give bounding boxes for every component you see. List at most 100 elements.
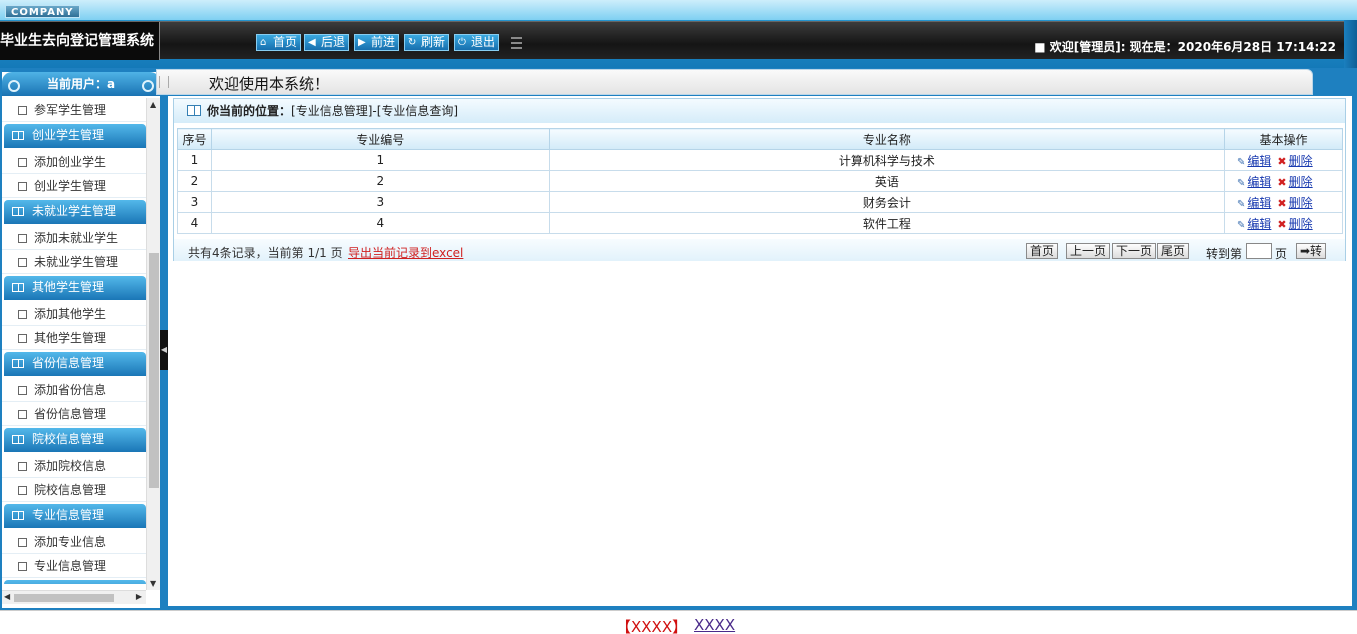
arrow-right-icon: ▶ — [358, 37, 366, 48]
scrollbar-thumb[interactable] — [149, 253, 159, 488]
home-icon: ⌂ — [260, 37, 267, 48]
next-page-button[interactable]: 下一页 — [1112, 243, 1157, 259]
book-icon — [12, 131, 24, 140]
welcome-message: 欢迎使用本系统！ — [209, 75, 330, 93]
arrow-left-icon: ◀ — [308, 37, 316, 48]
footer: 【XXXX】 XXXX — [0, 610, 1357, 634]
document-icon — [18, 486, 27, 495]
sidebar-group-header[interactable]: 省份信息管理 — [4, 352, 146, 376]
document-icon — [18, 538, 27, 547]
sidebar-item[interactable]: 添加院校信息 — [2, 454, 146, 478]
list-panel: 你当前的位置：[专业信息管理]-[专业信息查询] 序号 专业编号 专业名称 基本… — [173, 98, 1346, 261]
company-logo: COMPANY — [5, 5, 80, 18]
edit-link[interactable]: 编辑 — [1247, 154, 1271, 168]
major-table: 序号 专业编号 专业名称 基本操作 1 1 计算机科学与技术 ✎ 编辑 ✖ 删除 2 — [177, 128, 1343, 234]
sidebar-group-header[interactable]: 专业信息管理 — [4, 504, 146, 528]
delete-link[interactable]: 删除 — [1289, 175, 1313, 189]
grip-icon — [159, 76, 169, 88]
main-frame: 当前用户：a 参军学生管理 创业学生管理 添加创业学生 创业学生管理 未就业学生… — [0, 68, 1357, 610]
sidebar-item[interactable]: 创业学生管理 — [2, 174, 146, 198]
cell-index: 4 — [177, 212, 212, 234]
content-area: 你当前的位置：[专业信息管理]-[专业信息查询] 序号 专业编号 专业名称 基本… — [168, 96, 1352, 606]
table-row: 3 3 财务会计 ✎ 编辑 ✖ 删除 — [177, 191, 1343, 213]
sidebar-item[interactable]: 省份信息管理 — [2, 402, 146, 426]
table-header-row: 序号 专业编号 专业名称 基本操作 — [177, 128, 1343, 150]
export-excel-link[interactable]: 导出当前记录到excel — [348, 244, 463, 261]
pencil-icon: ✎ — [1237, 177, 1246, 189]
last-page-button[interactable]: 尾页 — [1157, 243, 1190, 259]
current-user-header: 当前用户：a — [2, 72, 160, 96]
scrollbar-thumb[interactable] — [14, 594, 114, 602]
refresh-icon: ↻ — [408, 37, 417, 48]
sidebar-group-header[interactable]: 创业学生管理 — [4, 124, 146, 148]
table-row: 2 2 英语 ✎ 编辑 ✖ 删除 — [177, 170, 1343, 192]
sidebar-item[interactable]: 院校信息管理 — [2, 478, 146, 502]
book-icon — [12, 435, 24, 444]
book-icon — [12, 359, 24, 368]
sidebar-item[interactable]: 专业信息管理 — [2, 554, 146, 578]
document-icon — [18, 462, 27, 471]
pager: 共有4条记录，当前第 1/1 页 导出当前记录到excel 首页 上一页 下一页… — [174, 239, 1345, 261]
sidebar-item[interactable]: 添加未就业学生 — [2, 226, 146, 250]
cell-name: 计算机科学与技术 — [548, 149, 1226, 171]
sidebar-item[interactable]: 添加省份信息 — [2, 378, 146, 402]
document-icon — [18, 334, 27, 343]
cell-actions: ✎ 编辑 ✖ 删除 — [1224, 212, 1343, 234]
sidebar-menu: 参军学生管理 创业学生管理 添加创业学生 创业学生管理 未就业学生管理 添加未就… — [2, 98, 146, 584]
nav-back-button[interactable]: ◀ 后退 — [304, 34, 350, 51]
sidebar-item[interactable]: 添加专业信息 — [2, 530, 146, 554]
sidebar-item[interactable]: 未就业学生管理 — [2, 250, 146, 274]
goto-page-input[interactable] — [1246, 243, 1272, 259]
edit-link[interactable]: 编辑 — [1247, 196, 1271, 210]
cell-code: 1 — [210, 149, 550, 171]
column-header: 序号 — [177, 128, 212, 150]
cell-actions: ✎ 编辑 ✖ 删除 — [1224, 191, 1343, 213]
sidebar-item[interactable]: 其他学生管理 — [2, 326, 146, 350]
sidebar-vertical-scrollbar[interactable]: ▲ ▼ — [146, 98, 160, 590]
edit-link[interactable]: 编辑 — [1247, 217, 1271, 231]
nav-logout-button[interactable]: ⏻ 退出 — [454, 34, 500, 51]
table-row: 1 1 计算机科学与技术 ✎ 编辑 ✖ 删除 — [177, 149, 1343, 171]
sidebar-item[interactable]: 添加创业学生 — [2, 150, 146, 174]
sidebar: 当前用户：a 参军学生管理 创业学生管理 添加创业学生 创业学生管理 未就业学生… — [2, 72, 160, 608]
scroll-up-arrow-icon[interactable]: ▲ — [150, 100, 156, 109]
sidebar-group-header[interactable]: 其他学生管理 — [4, 276, 146, 300]
sidebar-collapse-handle[interactable]: ◀ — [160, 330, 168, 370]
current-user-label: 当前用户：a — [46, 77, 116, 91]
nav-forward-button[interactable]: ▶ 前进 — [354, 34, 400, 51]
delete-link[interactable]: 删除 — [1289, 217, 1313, 231]
footer-brand: 【XXXX】 — [616, 618, 688, 634]
nav-home-button[interactable]: ⌂ 首页 — [256, 34, 302, 51]
app-title: 毕业生去向登记管理系统 — [0, 22, 160, 60]
nav-refresh-button[interactable]: ↻ 刷新 — [404, 34, 450, 51]
goto-button[interactable]: ➡转 — [1296, 243, 1327, 259]
delete-link[interactable]: 删除 — [1289, 196, 1313, 210]
header-bar: 毕业生去向登记管理系统 ⌂ 首页 ◀ 后退 ▶ 前进 ↻ 刷新 ⏻ 退出 ■ 欢迎[管理员… — [0, 21, 1344, 60]
sidebar-group-header[interactable]: 未就业学生管理 — [4, 200, 146, 224]
column-header: 基本操作 — [1224, 128, 1343, 150]
sidebar-group-header[interactable]: 院校信息管理 — [4, 428, 146, 452]
scroll-left-arrow-icon[interactable]: ◀ — [4, 592, 10, 601]
table-row: 4 4 软件工程 ✎ 编辑 ✖ 删除 — [177, 212, 1343, 234]
breadcrumb: 你当前的位置：[专业信息管理]-[专业信息查询] — [174, 99, 1345, 123]
prev-page-button[interactable]: 上一页 — [1066, 243, 1111, 259]
cell-name: 财务会计 — [548, 191, 1226, 213]
menu-toggle-icon[interactable] — [511, 37, 522, 49]
sidebar-horizontal-scrollbar[interactable]: ◀ ▶ — [2, 590, 146, 604]
edit-link[interactable]: 编辑 — [1247, 175, 1271, 189]
column-header: 专业名称 — [548, 128, 1226, 150]
footer-link[interactable]: XXXX — [694, 616, 735, 634]
scroll-down-arrow-icon[interactable]: ▼ — [150, 579, 156, 588]
delete-link[interactable]: 删除 — [1289, 154, 1313, 168]
sidebar-item[interactable]: 参军学生管理 — [2, 98, 146, 122]
cell-actions: ✎ 编辑 ✖ 删除 — [1224, 170, 1343, 192]
sidebar-item[interactable]: 添加其他学生 — [2, 302, 146, 326]
welcome-time: ■ 欢迎[管理员]: 现在是：2020年6月28日 17:14:22 — [1034, 40, 1336, 54]
power-icon: ⏻ — [458, 37, 466, 48]
first-page-button[interactable]: 首页 — [1026, 243, 1059, 259]
breadcrumb-path: [专业信息管理]-[专业信息查询] — [291, 104, 459, 118]
sidebar-group-header-partial[interactable] — [4, 580, 146, 584]
scroll-right-arrow-icon[interactable]: ▶ — [136, 592, 142, 601]
document-icon — [18, 234, 27, 243]
document-icon — [18, 158, 27, 167]
